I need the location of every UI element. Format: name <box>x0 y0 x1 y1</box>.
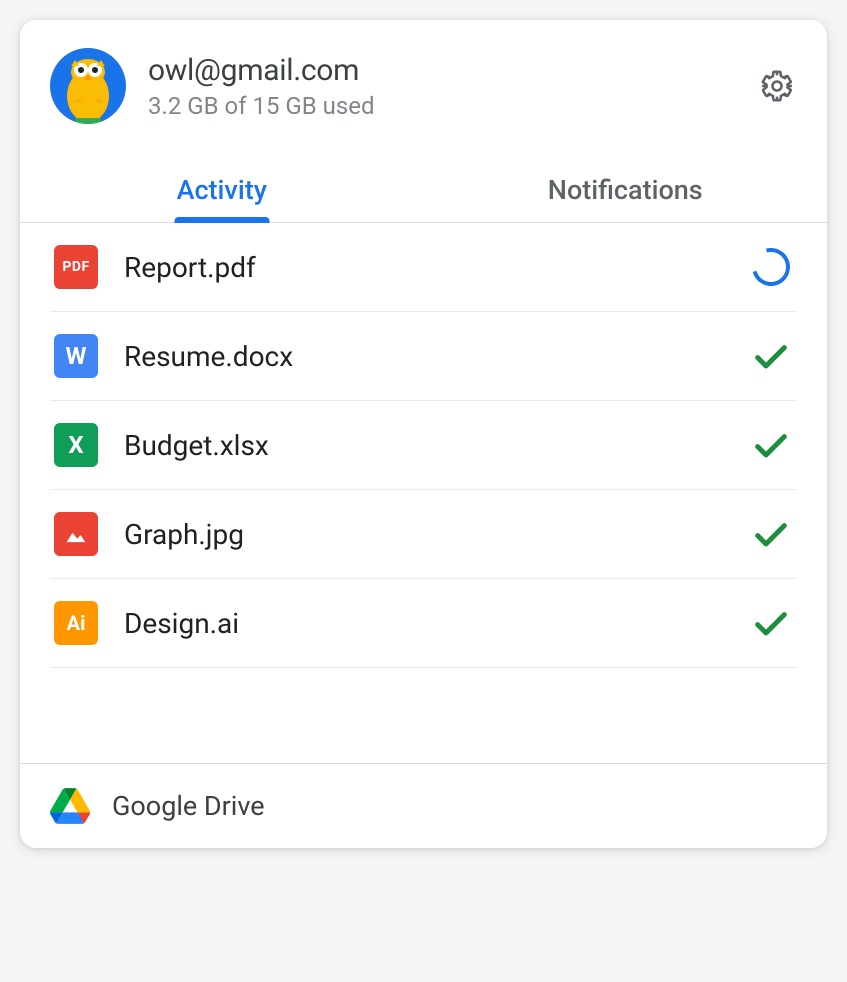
file-row[interactable]: PDF Report.pdf <box>50 223 797 312</box>
user-info: owl@gmail.com 3.2 GB of 15 GB used <box>148 53 735 120</box>
file-row[interactable]: W Resume.docx <box>50 312 797 401</box>
mountain-icon <box>62 520 90 548</box>
pdf-icon: PDF <box>54 245 98 289</box>
spinner-icon <box>745 241 797 293</box>
file-row[interactable]: X Budget.xlsx <box>50 401 797 490</box>
sync-status-syncing <box>749 245 793 289</box>
file-name: Design.ai <box>124 607 723 640</box>
footer[interactable]: Google Drive <box>20 763 827 848</box>
sync-status-done <box>749 334 793 378</box>
check-icon <box>751 514 791 554</box>
file-name: Graph.jpg <box>124 518 723 551</box>
account-email: owl@gmail.com <box>148 53 735 88</box>
excel-icon: X <box>54 423 98 467</box>
check-icon <box>751 425 791 465</box>
file-name: Budget.xlsx <box>124 429 723 462</box>
drive-sync-panel: owl@gmail.com 3.2 GB of 15 GB used Activ… <box>20 20 827 848</box>
check-icon <box>751 336 791 376</box>
gear-icon <box>760 69 794 103</box>
file-row[interactable]: Graph.jpg <box>50 490 797 579</box>
avatar[interactable] <box>50 48 126 124</box>
owl-avatar-icon <box>61 58 115 124</box>
image-icon <box>54 512 98 556</box>
file-name: Report.pdf <box>124 251 723 284</box>
illustrator-icon: Ai <box>54 601 98 645</box>
file-name: Resume.docx <box>124 340 723 373</box>
sync-status-done <box>749 601 793 645</box>
storage-usage: 3.2 GB of 15 GB used <box>148 92 735 120</box>
settings-button[interactable] <box>757 66 797 106</box>
tab-notifications[interactable]: Notifications <box>424 156 828 222</box>
tab-activity[interactable]: Activity <box>20 156 424 222</box>
sync-status-done <box>749 512 793 556</box>
word-icon: W <box>54 334 98 378</box>
google-drive-icon <box>50 788 90 824</box>
file-row[interactable]: Ai Design.ai <box>50 579 797 668</box>
check-icon <box>751 603 791 643</box>
file-list: PDF Report.pdf W Resume.docx X Budget.xl… <box>20 223 827 763</box>
tabs: Activity Notifications <box>20 156 827 223</box>
footer-app-name: Google Drive <box>112 790 265 822</box>
sync-status-done <box>749 423 793 467</box>
account-header: owl@gmail.com 3.2 GB of 15 GB used <box>20 20 827 144</box>
